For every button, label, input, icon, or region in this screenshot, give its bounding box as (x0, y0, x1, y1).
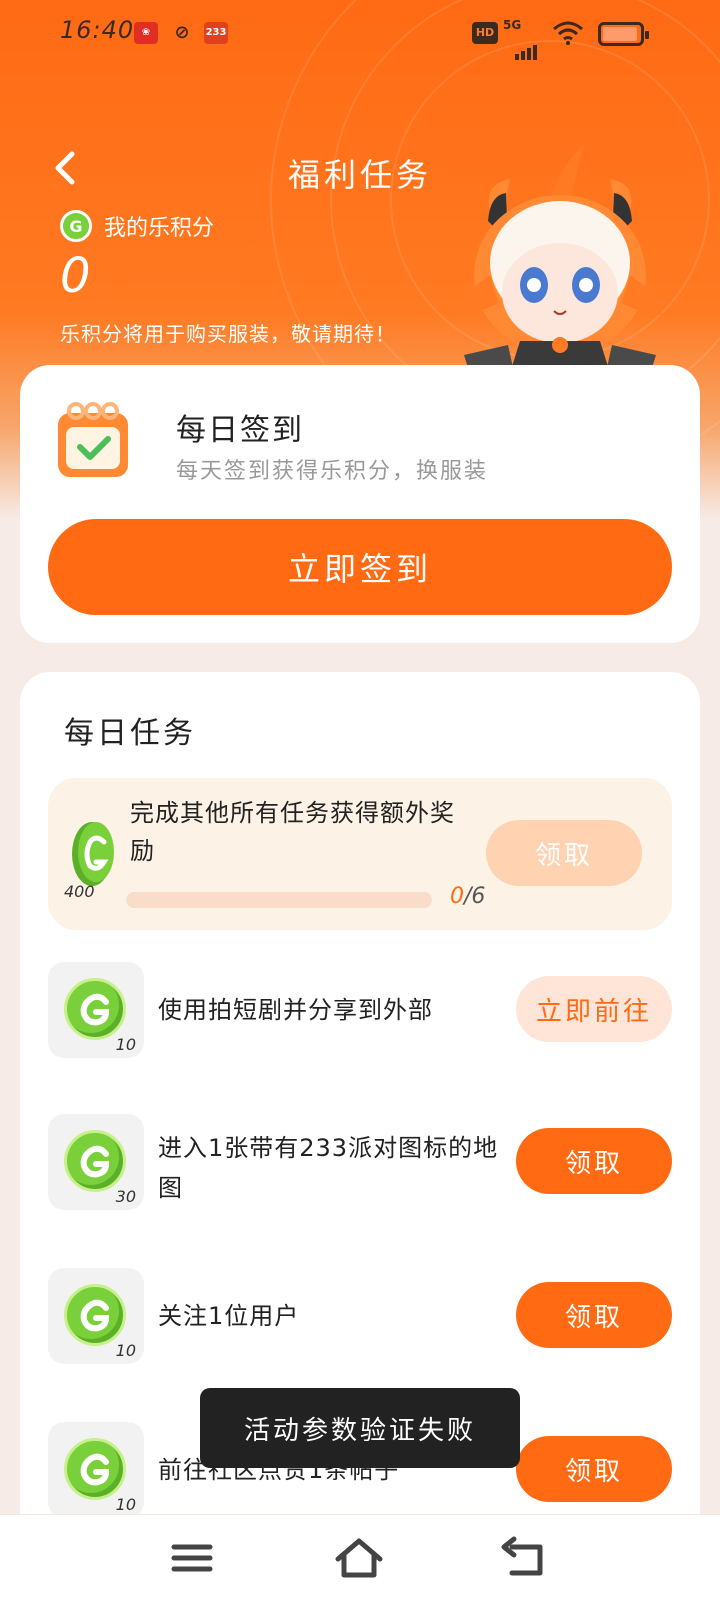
task-coin-amount: 10 (115, 1495, 136, 1514)
task-row: 30 进入1张带有233派对图标的地图 领取 (48, 1114, 672, 1214)
task-text: 使用拍短剧并分享到外部 (158, 996, 433, 1024)
pinduoduo-icon: ❀ (134, 22, 158, 44)
task-coin-amount: 30 (115, 1187, 136, 1206)
swirl-app-icon: ⊘ (174, 22, 190, 43)
bonus-claim-button[interactable]: 领取 (486, 820, 642, 886)
status-time: 16:40 (60, 16, 135, 44)
task-text: 关注1位用户 (158, 1302, 300, 1330)
bonus-progress-bar (126, 892, 432, 908)
points-label: 我的乐积分 (104, 216, 215, 241)
network-label: 5G (503, 18, 522, 32)
bonus-coin-amount: 400 (64, 882, 95, 901)
points-note: 乐积分将用于购买服装，敬请期待！ (60, 322, 396, 346)
task-coin-amount: 10 (115, 1035, 136, 1054)
signin-button[interactable]: 立即签到 (48, 519, 672, 615)
task-coin-icon: 10 (48, 1268, 144, 1364)
signin-card: 每日签到 每天签到获得乐积分，换服装 立即签到 (20, 365, 700, 643)
task-coin-amount: 10 (115, 1341, 136, 1360)
signin-subtitle: 每天签到获得乐积分，换服装 (176, 459, 489, 484)
calendar-check-icon (58, 402, 128, 477)
bonus-task: 400 完成其他所有任务获得额外奖励 0/6 领取 (48, 778, 672, 930)
tasks-title: 每日任务 (64, 716, 196, 751)
task-coin-icon: 10 (48, 962, 144, 1058)
system-nav-bar (0, 1514, 720, 1600)
task-row: 10 使用拍短剧并分享到外部 立即前往 (48, 962, 672, 1062)
mascot-illustration (458, 145, 662, 381)
points-label-row: G 我的乐积分 (60, 210, 214, 242)
points-value: 0 (60, 248, 91, 304)
wifi-icon (553, 21, 583, 45)
signin-title: 每日签到 (176, 413, 304, 448)
home-icon (335, 1538, 383, 1578)
hd-icon: HD (472, 22, 498, 44)
signal-icon (515, 32, 539, 60)
system-back-button[interactable] (500, 1535, 550, 1581)
menu-icon (171, 1544, 213, 1572)
battery-icon (598, 22, 649, 46)
back-icon (501, 1536, 543, 1576)
task-go-button[interactable]: 立即前往 (516, 976, 672, 1042)
task-text: 进入1张带有233派对图标的地图 (158, 1134, 499, 1202)
progress-total: 6 (471, 884, 486, 909)
home-button[interactable] (334, 1535, 384, 1581)
progress-current: 0 (450, 884, 464, 909)
toast-message: 活动参数验证失败 (200, 1388, 520, 1468)
task-row: 10 关注1位用户 领取 (48, 1268, 672, 1368)
points-coin-icon: G (60, 210, 92, 242)
menu-button[interactable] (168, 1535, 218, 1581)
status-bar: 16:40 ❀ ⊘ 233 HD 5G (0, 14, 720, 60)
bonus-progress-count: 0/6 (450, 884, 486, 909)
task-claim-button[interactable]: 领取 (516, 1282, 672, 1348)
app-233-icon: 233 (204, 22, 228, 44)
task-coin-icon: 10 (48, 1422, 144, 1518)
task-claim-button[interactable]: 领取 (516, 1128, 672, 1194)
task-claim-button[interactable]: 领取 (516, 1436, 672, 1502)
bonus-text: 完成其他所有任务获得额外奖励 (130, 799, 455, 865)
task-coin-icon: 30 (48, 1114, 144, 1210)
